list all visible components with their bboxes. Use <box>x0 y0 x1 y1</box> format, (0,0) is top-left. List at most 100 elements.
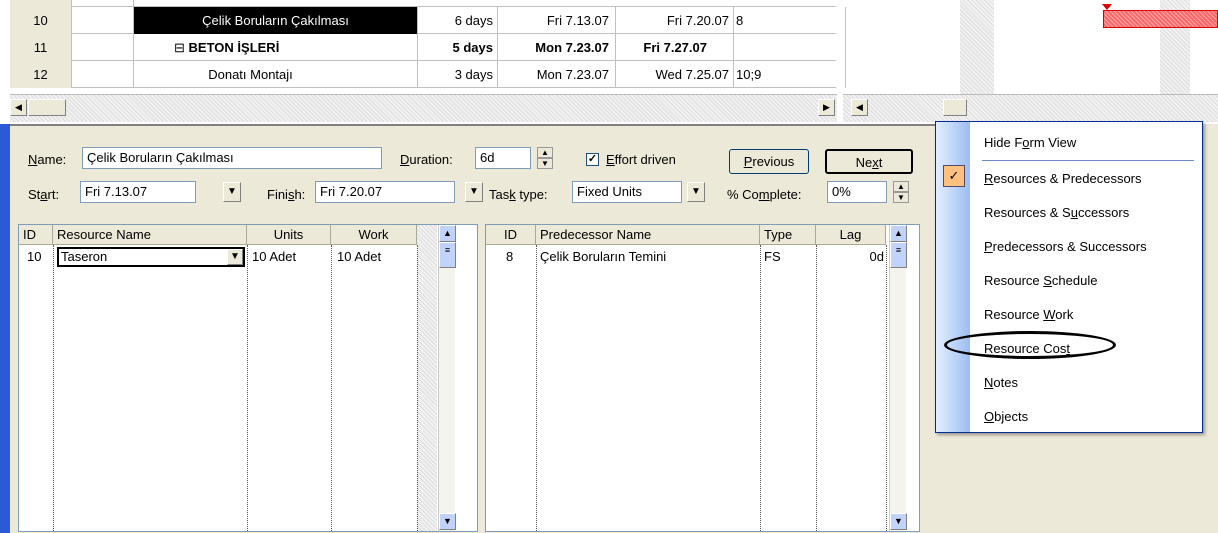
task-name-cell[interactable]: ⊟ BETON İŞLERİ <box>134 34 418 61</box>
next-button[interactable]: Next <box>825 149 913 174</box>
column-header-id[interactable]: ID <box>19 225 53 245</box>
effort-driven-checkbox[interactable]: ✓ <box>586 153 599 166</box>
column-header-resource-name[interactable]: Resource Name <box>53 225 247 245</box>
scroll-down-icon[interactable]: ▼ <box>439 513 456 530</box>
grid-splitter[interactable] <box>417 225 437 531</box>
menu-item-resource-work[interactable]: Resource Work <box>970 298 1202 332</box>
start-cell[interactable]: Mon 7.23.07 <box>498 34 616 61</box>
chart-scroll-left-icon[interactable]: ◀ <box>851 99 868 116</box>
row-id[interactable]: 12 <box>10 61 72 88</box>
finish-cell[interactable]: Fri 7.27.07 <box>616 34 734 61</box>
percent-complete-field[interactable]: 0% <box>827 181 887 203</box>
scroll-up-icon[interactable]: ▲ <box>439 225 456 242</box>
form-view-context-menu: ✓ Hide Form View Resources & Predecessor… <box>935 121 1203 433</box>
predecessor-id-cell[interactable]: 8 <box>506 248 513 266</box>
predecessors-cell[interactable]: 10;9 <box>734 61 846 88</box>
menu-item-notes[interactable]: Notes <box>970 366 1202 400</box>
task-type-label: Task type: <box>489 187 548 202</box>
finish-label: Finish: <box>267 187 306 202</box>
task-type-field[interactable]: Fixed Units <box>572 181 682 203</box>
finish-field[interactable]: Fri 7.20.07 <box>315 181 455 203</box>
highlight-ellipse <box>944 331 1116 359</box>
collapse-icon[interactable]: ⊟ <box>174 40 185 55</box>
duration-cell[interactable]: 6 days <box>418 7 498 34</box>
resource-dropdown-icon[interactable]: ▼ <box>227 249 243 265</box>
column-header-lag[interactable]: Lag <box>816 225 886 245</box>
predecessors-cell[interactable]: 8 <box>734 7 846 34</box>
effort-driven-label: Effort driven <box>606 152 676 167</box>
summary-task-label: BETON İŞLERİ <box>188 40 280 55</box>
menu-separator <box>982 160 1194 161</box>
finish-cell[interactable]: Fri 7.20.07 <box>616 7 734 34</box>
predecessor-name-cell[interactable]: Çelik Boruların Temini <box>540 248 666 266</box>
gantt-table: 10 Çelik Boruların Çakılması 6 days Fri … <box>0 0 1218 124</box>
lag-cell[interactable]: 0d <box>816 248 884 266</box>
scroll-thumb[interactable] <box>28 99 66 116</box>
menu-item-resources-predecessors[interactable]: Resources & Predecessors <box>970 162 1202 196</box>
scroll-thumb[interactable]: ≡ <box>439 242 456 268</box>
task-type-dropdown-icon[interactable]: ▼ <box>687 182 705 202</box>
task-name-field[interactable]: Çelik Boruların Çakılması <box>82 147 382 169</box>
menu-item-predecessors-successors[interactable]: Predecessors & Successors <box>970 230 1202 264</box>
finish-dropdown-icon[interactable]: ▼ <box>465 182 483 202</box>
table-horizontal-scrollbar[interactable]: ◀ ▶ <box>10 94 837 122</box>
percent-complete-label: % Complete: <box>727 187 802 202</box>
column-header-id[interactable]: ID <box>486 225 536 245</box>
column-header-predecessor-name[interactable]: Predecessor Name <box>536 225 760 245</box>
menu-item-resources-successors[interactable]: Resources & Successors <box>970 196 1202 230</box>
scroll-left-icon[interactable]: ◀ <box>10 99 27 116</box>
chart-scroll-thumb[interactable] <box>943 99 967 116</box>
chart-horizontal-scrollbar[interactable]: ◀ <box>843 94 1218 122</box>
scroll-up-icon[interactable]: ▲ <box>890 225 907 242</box>
start-field[interactable]: Fri 7.13.07 <box>80 181 196 203</box>
predecessors-cell[interactable] <box>734 34 846 61</box>
start-label: Start: <box>28 187 60 202</box>
indicators-cell <box>72 7 134 34</box>
menu-item-objects[interactable]: Objects <box>970 400 1202 434</box>
duration-cell[interactable]: 3 days <box>418 61 498 88</box>
checkmark-icon: ✓ <box>943 165 965 187</box>
duration-label: Duration: <box>400 152 453 167</box>
predecessors-grid: ID Predecessor Name Type Lag 8 Çelik Bor… <box>485 224 920 532</box>
indicators-cell <box>72 34 134 61</box>
percent-up-icon[interactable]: ▲ <box>893 181 909 192</box>
column-header-work[interactable]: Work <box>331 225 417 245</box>
menu-item-hide-form-view[interactable]: Hide Form View <box>970 126 1202 160</box>
scroll-thumb[interactable]: ≡ <box>890 242 907 268</box>
scroll-down-icon[interactable]: ▼ <box>890 513 907 530</box>
row-id[interactable]: 11 <box>10 34 72 61</box>
resources-vertical-scrollbar[interactable]: ▲ ≡ ▼ <box>438 225 456 531</box>
finish-cell[interactable]: Wed 7.25.07 <box>616 61 734 88</box>
row-id[interactable]: 10 <box>10 7 72 34</box>
predecessors-vertical-scrollbar[interactable]: ▲ ≡ ▼ <box>889 225 907 531</box>
table-row[interactable]: 10 Çelik Boruların Çakılması 6 days Fri … <box>10 7 846 34</box>
percent-down-icon[interactable]: ▼ <box>893 192 909 203</box>
resources-grid: ID Resource Name Units Work 10 Taseron ▼… <box>18 224 478 532</box>
units-cell[interactable]: 10 Adet <box>252 248 296 266</box>
previous-button[interactable]: Previous <box>729 149 809 174</box>
duration-down-icon[interactable]: ▼ <box>537 158 553 169</box>
scroll-right-icon[interactable]: ▶ <box>818 99 835 116</box>
nonworking-time-column <box>960 0 994 95</box>
gantt-task-bar[interactable] <box>1103 10 1218 28</box>
resource-id-cell[interactable]: 10 <box>27 248 41 266</box>
name-label: Name: <box>28 152 67 167</box>
table-row[interactable]: 12 Donatı Montajı 3 days Mon 7.23.07 Wed… <box>10 61 846 88</box>
type-cell[interactable]: FS <box>764 248 781 266</box>
start-cell[interactable]: Fri 7.13.07 <box>498 7 616 34</box>
work-cell[interactable]: 10 Adet <box>337 248 381 266</box>
task-name-cell[interactable]: Donatı Montajı <box>134 61 418 88</box>
task-name-cell[interactable]: Çelik Boruların Çakılması <box>134 7 418 34</box>
resource-name-cell[interactable]: Taseron <box>57 247 245 267</box>
start-dropdown-icon[interactable]: ▼ <box>223 182 241 202</box>
duration-cell[interactable]: 5 days <box>418 34 498 61</box>
start-cell[interactable]: Mon 7.23.07 <box>498 61 616 88</box>
table-row[interactable]: 11 ⊟ BETON İŞLERİ 5 days Mon 7.23.07 Fri… <box>10 34 846 61</box>
column-header-type[interactable]: Type <box>760 225 816 245</box>
menu-item-resource-schedule[interactable]: Resource Schedule <box>970 264 1202 298</box>
table-row[interactable] <box>10 0 836 7</box>
column-header-units[interactable]: Units <box>247 225 331 245</box>
duration-field[interactable]: 6d <box>475 147 531 169</box>
duration-up-icon[interactable]: ▲ <box>537 147 553 158</box>
task-form: Name: Çelik Boruların Çakılması Duration… <box>10 124 935 533</box>
